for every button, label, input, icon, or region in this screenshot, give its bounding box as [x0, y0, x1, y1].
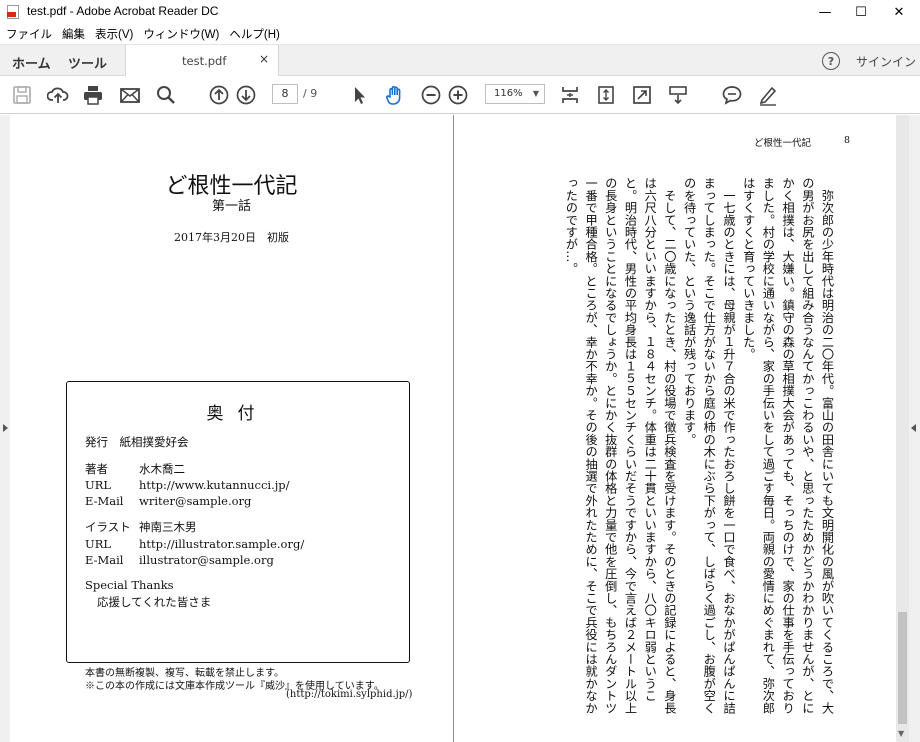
author-url-label: URL	[85, 478, 111, 492]
illustrator-url-label: URL	[85, 537, 111, 551]
illustrator-mail-label: E-Mail	[85, 553, 124, 567]
read-mode-icon[interactable]	[667, 84, 689, 106]
illustrator-url[interactable]: http://illustrator.sample.org/	[139, 537, 304, 551]
tab-document[interactable]: test.pdf ×	[125, 45, 279, 77]
publish-date: 2017年3月20日 初版	[174, 231, 289, 244]
publisher: 発行 紙相撲愛好会	[85, 435, 189, 449]
toolbar	[0, 76, 920, 182]
page-down-icon[interactable]	[235, 84, 257, 106]
minimize-button[interactable]: —	[806, 0, 844, 24]
chevron-down-icon: ▼	[532, 89, 539, 98]
author-url[interactable]: http://www.kutannucci.jp/	[139, 478, 290, 492]
author-mail[interactable]: writer@sample.org	[139, 494, 251, 508]
fit-page-icon[interactable]	[559, 84, 581, 106]
page-up-icon[interactable]	[208, 84, 230, 106]
menu-help[interactable]: ヘルプ(H)	[229, 26, 279, 42]
scrolling-mode-icon[interactable]	[595, 84, 617, 106]
illustrator-mail[interactable]: illustrator@sample.org	[139, 553, 274, 567]
comment-icon[interactable]	[721, 84, 743, 106]
colophon-box: 奥付 発行 紙相撲愛好会 著者 水木喬二 URL http://www.kuta…	[66, 381, 410, 663]
zoom-in-icon[interactable]	[447, 84, 469, 106]
illustrator-name: 神南三木男	[139, 520, 197, 534]
maximize-button[interactable]: ☐	[842, 0, 880, 24]
hand-icon[interactable]	[384, 84, 406, 106]
special-thanks: 応援してくれた皆さま	[97, 595, 212, 609]
menu-file[interactable]: ファイル	[6, 26, 52, 42]
zoom-out-icon[interactable]	[420, 84, 442, 106]
tab-tools[interactable]: ツール	[68, 53, 107, 72]
expand-right-panel-icon[interactable]	[911, 424, 916, 432]
author-label: 著者	[85, 462, 108, 476]
email-icon[interactable]	[119, 84, 141, 106]
scroll-down-icon[interactable]: ▼	[898, 729, 904, 738]
zoom-value: 116%	[494, 88, 523, 99]
expand-left-panel-icon[interactable]	[3, 424, 8, 432]
close-tab-button[interactable]: ×	[259, 52, 269, 66]
print-icon[interactable]	[82, 84, 104, 106]
tab-document-label: test.pdf	[182, 54, 227, 68]
pdf-file-icon	[7, 5, 19, 19]
full-screen-icon[interactable]	[631, 84, 653, 106]
acrobat-window: test.pdf - Adobe Acrobat Reader DC — ☐ ✕…	[0, 0, 920, 742]
tool-url[interactable]: (http://tokimi.sylphid.jp/)	[286, 689, 412, 700]
colophon-heading: 奥付	[206, 404, 269, 424]
menu-bar: ファイル 編集 表示(V) ウィンドウ(W) ヘルプ(H)	[0, 24, 920, 44]
body-text-vertical: 弥次郎の少年時代は明治の二〇年代。富山の田舎にいても文明開化の風が吹いてくるころ…	[563, 177, 834, 714]
menu-window[interactable]: ウィンドウ(W)	[143, 26, 219, 42]
author-name: 水木喬二	[139, 462, 185, 476]
book-subtitle: 第一話	[211, 199, 251, 214]
illustrator-label: イラスト	[85, 520, 131, 534]
window-title: test.pdf - Adobe Acrobat Reader DC	[27, 4, 219, 18]
menu-edit[interactable]: 編集	[62, 26, 85, 42]
sign-icon[interactable]	[757, 84, 779, 106]
scrollbar-thumb[interactable]	[898, 612, 907, 724]
page-number: 8	[844, 135, 851, 146]
save-icon[interactable]	[11, 84, 33, 106]
running-header: ど根性一代記	[754, 138, 812, 149]
sign-in-link[interactable]: サインイン	[856, 53, 916, 70]
author-mail-label: E-Mail	[85, 494, 124, 508]
special-thanks-label: Special Thanks	[85, 578, 174, 592]
pdf-page-right: ど根性一代記 8 弥次郎の少年時代は明治の二〇年代。富山の田舎にいても文明開化の…	[454, 115, 896, 742]
zoom-select[interactable]: 116% ▼	[485, 84, 545, 104]
tab-home[interactable]: ホーム	[12, 53, 51, 72]
title-bar: test.pdf - Adobe Acrobat Reader DC — ☐ ✕	[0, 0, 920, 24]
menu-view[interactable]: 表示(V)	[95, 26, 133, 42]
upload-icon[interactable]	[47, 84, 69, 106]
page-total: / 9	[303, 87, 318, 100]
search-icon[interactable]	[155, 84, 177, 106]
help-icon[interactable]: ?	[822, 52, 840, 70]
pdf-page-left: ど根性一代記 第一話 2017年3月20日 初版 奥付 発行 紙相撲愛好会 著者…	[10, 115, 453, 742]
page-number-input[interactable]: 8	[272, 84, 298, 104]
tab-bar: ホーム ツール test.pdf × ? サインイン	[0, 44, 920, 77]
close-window-button[interactable]: ✕	[880, 0, 918, 24]
select-arrow-icon[interactable]	[348, 84, 370, 106]
